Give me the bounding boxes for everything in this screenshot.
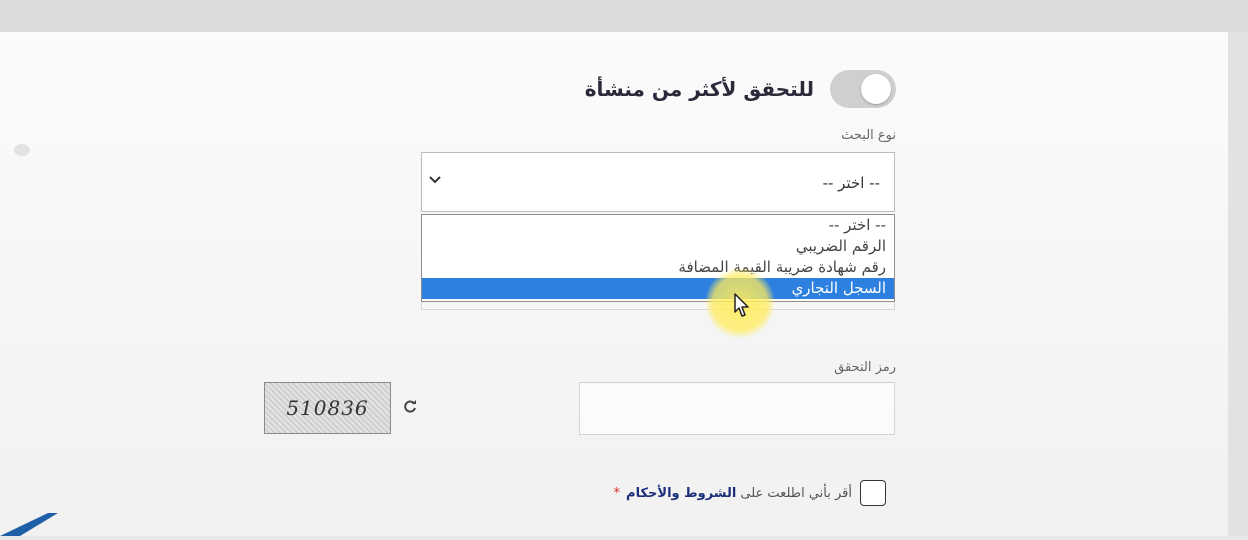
verification-code-input[interactable]	[579, 382, 895, 435]
mouse-pointer-icon	[733, 292, 753, 324]
brand-check-mark	[0, 505, 70, 540]
refresh-icon[interactable]	[402, 398, 418, 419]
required-star: *	[613, 485, 621, 501]
chevron-down-icon	[428, 171, 442, 190]
search-type-select[interactable]: -- اختر --	[421, 152, 895, 212]
toggle-knob	[861, 74, 891, 104]
option-vat-certificate[interactable]: رقم شهادة ضريبة القيمة المضافة	[422, 257, 894, 278]
decorative-dot	[14, 144, 30, 156]
terms-row: أقر بأني اطلعت على الشروط والأحكام *	[614, 480, 886, 506]
option-choose[interactable]: -- اختر --	[422, 215, 894, 236]
page-edge	[1228, 32, 1248, 536]
captcha-image: 510836	[264, 382, 391, 434]
select-current-value: -- اختر --	[822, 174, 880, 192]
verification-code-label: رمز التحقق	[834, 360, 896, 375]
top-bar	[0, 0, 1248, 32]
search-type-label: نوع البحث	[841, 128, 896, 143]
terms-prefix-text: أقر بأني اطلعت على	[740, 485, 852, 501]
multi-entity-toggle-row: للتحقق لأكثر من منشأة	[585, 70, 896, 108]
dropdown-shadow-edge	[421, 302, 895, 310]
terms-checkbox[interactable]	[860, 480, 886, 506]
multi-entity-toggle-label: للتحقق لأكثر من منشأة	[584, 77, 814, 101]
search-type-options-list[interactable]: -- اختر -- الرقم الضريبي رقم شهادة ضريبة…	[421, 214, 895, 302]
terms-link[interactable]: الشروط والأحكام	[626, 486, 736, 501]
option-tax-number[interactable]: الرقم الضريبي	[422, 236, 894, 257]
captcha-text: 510836	[286, 396, 369, 420]
option-commercial-register[interactable]: السجل التجاري	[422, 278, 894, 299]
multi-entity-toggle[interactable]	[830, 70, 896, 108]
